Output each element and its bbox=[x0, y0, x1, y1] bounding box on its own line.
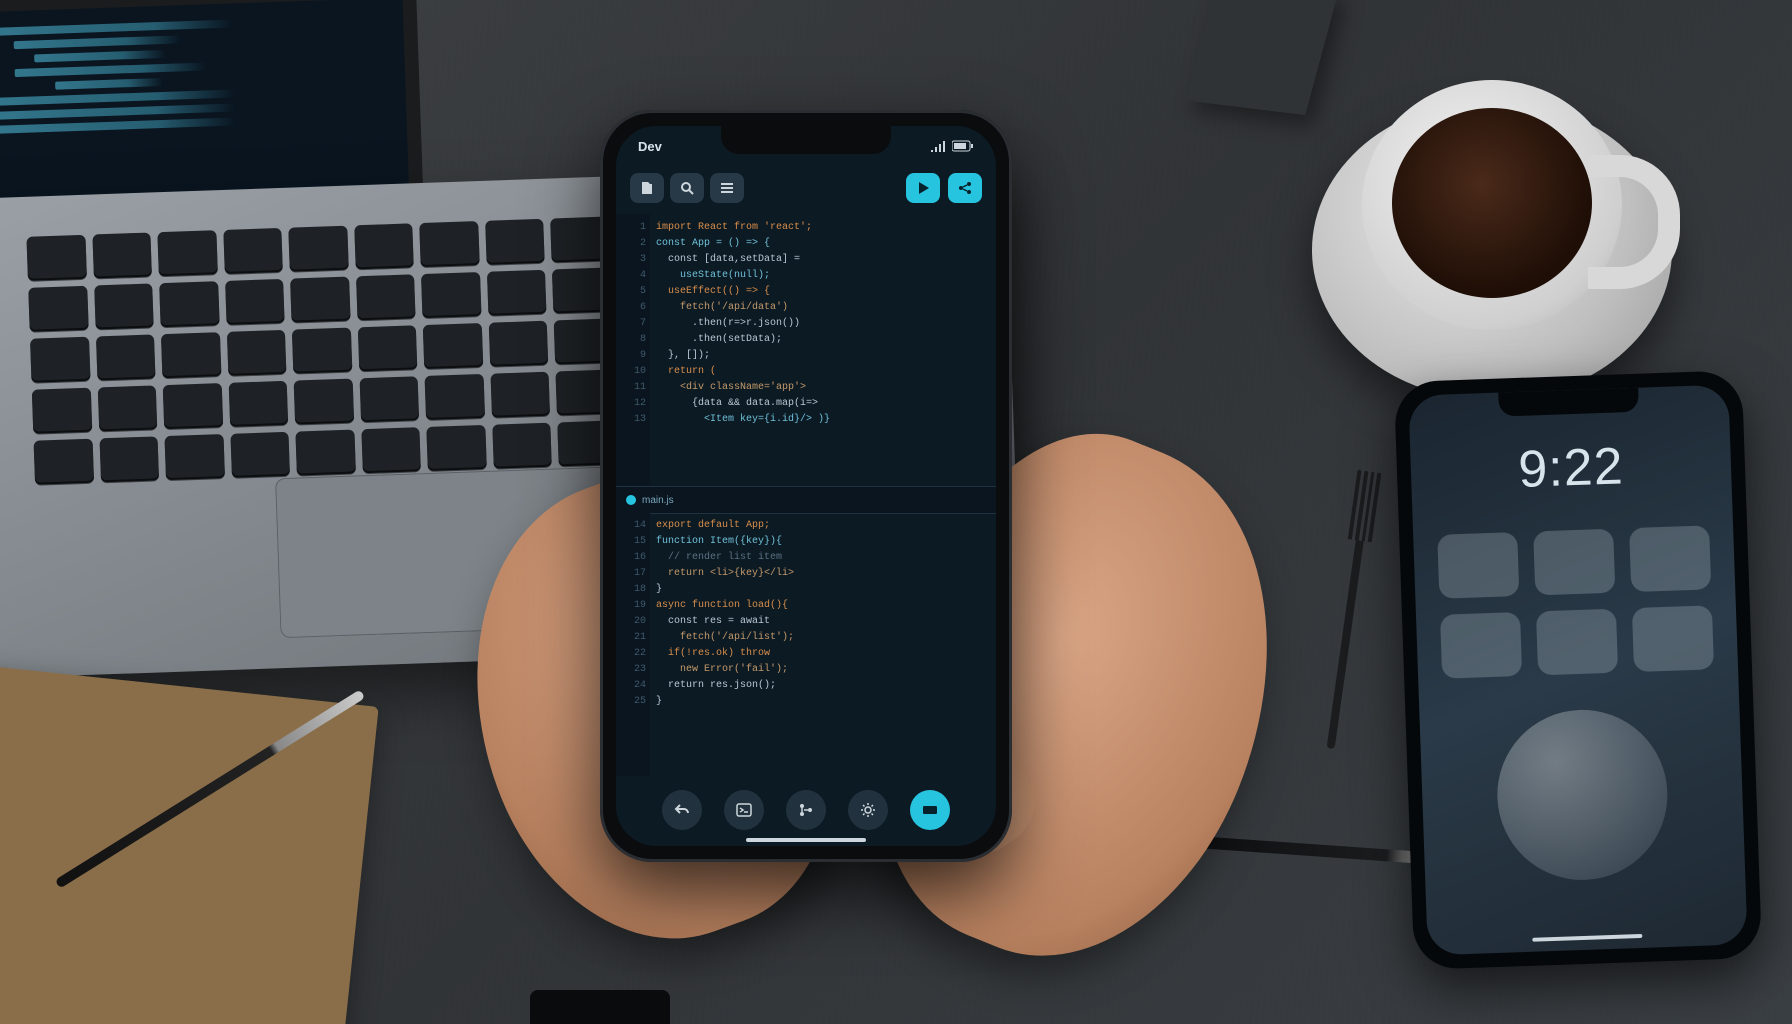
status-left-label: Dev bbox=[638, 139, 662, 154]
secondary-phone-notch bbox=[1498, 388, 1639, 417]
app-icon[interactable] bbox=[1536, 609, 1618, 676]
app-icon[interactable] bbox=[1533, 529, 1615, 596]
secondary-phone: 9:22 bbox=[1394, 370, 1762, 970]
settings-button[interactable] bbox=[848, 790, 888, 830]
app-icon[interactable] bbox=[1629, 525, 1711, 592]
primary-phone: Dev bbox=[600, 110, 1012, 862]
app-icon[interactable] bbox=[1437, 532, 1519, 599]
bottom-toolbar bbox=[616, 782, 996, 838]
run-button[interactable] bbox=[906, 173, 940, 203]
signal-icon bbox=[930, 138, 946, 154]
git-button[interactable] bbox=[786, 790, 826, 830]
app-icon[interactable] bbox=[1440, 612, 1522, 679]
secondary-phone-clock: 9:22 bbox=[1410, 433, 1732, 504]
coffee-cup bbox=[1312, 60, 1672, 400]
laptop-code-blur bbox=[0, 8, 399, 202]
terminal-button[interactable] bbox=[724, 790, 764, 830]
secondary-phone-app-grid bbox=[1437, 525, 1714, 678]
share-button[interactable] bbox=[948, 173, 982, 203]
battery-icon bbox=[952, 140, 974, 152]
secondary-phone-widget bbox=[1494, 707, 1670, 883]
secondary-phone-home-indicator[interactable] bbox=[1532, 934, 1642, 942]
primary-phone-home-indicator[interactable] bbox=[746, 838, 866, 842]
primary-phone-notch bbox=[721, 126, 891, 154]
coffee-liquid bbox=[1392, 108, 1592, 298]
split-file-label: main.js bbox=[642, 495, 674, 506]
app-icon[interactable] bbox=[1632, 605, 1714, 672]
menu-button[interactable] bbox=[710, 173, 744, 203]
code-pane-bottom[interactable]: export default App;function Item({key}){… bbox=[650, 512, 996, 776]
editor-split-bar[interactable]: main.js bbox=[616, 486, 996, 514]
line-gutter: 141516171819202122232425 bbox=[616, 512, 650, 776]
code-editor-bottom[interactable]: 141516171819202122232425 export default … bbox=[616, 512, 996, 776]
editor-toolbar bbox=[616, 166, 996, 210]
files-button[interactable] bbox=[630, 173, 664, 203]
search-button[interactable] bbox=[670, 173, 704, 203]
undo-button[interactable] bbox=[662, 790, 702, 830]
secondary-phone-screen: 9:22 bbox=[1408, 385, 1747, 956]
keyboard-button[interactable] bbox=[910, 790, 950, 830]
scene: 9:22 Dev bbox=[0, 0, 1792, 1024]
primary-phone-screen: Dev bbox=[616, 126, 996, 846]
file-indicator-icon bbox=[626, 495, 636, 505]
